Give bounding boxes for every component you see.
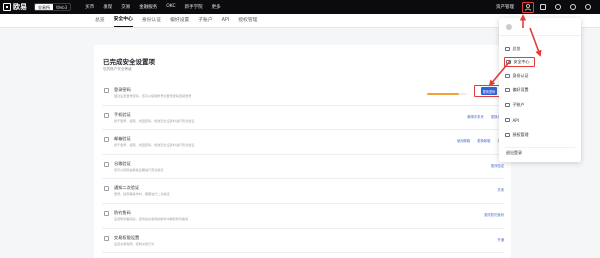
security-level-fill xyxy=(427,93,459,95)
avatar xyxy=(506,23,512,30)
shield-icon xyxy=(506,59,511,65)
nav-buy-crypto[interactable]: 买币 xyxy=(85,4,94,10)
unbind-phone-link[interactable]: 解绑手机号 xyxy=(467,114,483,119)
menu-item-label: 安全中心 xyxy=(513,59,530,64)
change-antiphishing-link[interactable]: 更改防钓鱼码 xyxy=(484,212,504,217)
logo-icon xyxy=(3,3,11,11)
row-description: 您可以使用谷歌验证器进行安全验证 xyxy=(114,167,164,172)
menu-item-label: 子账户 xyxy=(512,102,525,107)
user-menu-button[interactable] xyxy=(522,1,534,13)
tab-identity[interactable]: 身份认证 xyxy=(142,14,161,28)
menu-item-label: 总览 xyxy=(512,46,521,51)
phone-icon xyxy=(104,112,109,118)
menu-item-api[interactable]: API xyxy=(505,115,519,125)
user-dropdown-menu: 总览 安全中心 身份认证 偏好设置 子账户 API 授权管理 退出登录 xyxy=(499,18,581,162)
nav-okc[interactable]: OKC xyxy=(166,4,175,10)
menu-item-label: 授权管理 xyxy=(512,132,529,137)
api-icon xyxy=(505,117,510,123)
dropdown-divider xyxy=(505,147,575,148)
change-auth-link[interactable]: 更改验证 xyxy=(491,163,504,168)
logo-text: 欧易 xyxy=(13,3,27,11)
mode-web3[interactable]: Web3 xyxy=(53,4,70,10)
shield-icon xyxy=(104,186,109,192)
security-row-google-auth: 谷歌验证 您可以使用谷歌验证器进行安全验证 更改验证 xyxy=(102,155,504,180)
tab-subaccount[interactable]: 子账户 xyxy=(198,14,212,28)
disable-2fa-link[interactable]: 关闭 xyxy=(497,187,504,192)
nav-trade[interactable]: 交易 xyxy=(121,4,130,10)
top-right-tools: 资产管理 xyxy=(496,0,600,14)
security-row-2fa-notify: 通知二次验证 登录、提现等操作时，需要进行二次验证 关闭 xyxy=(102,179,504,204)
page-title: 已完成安全设置项 xyxy=(103,58,155,66)
row-description: 通过设置登录密码，您可以使用账号和登录密码直接登录 xyxy=(114,94,192,98)
security-row-anti-phishing: 防钓鱼码 设置防钓鱼码后，您将会在收到的邮件中看到防钓鱼码 更改防钓鱼码 xyxy=(102,204,504,229)
headset-icon[interactable] xyxy=(570,4,576,10)
security-row-trade-permission: 交易权限设置 设置交易权限，控制交易行为 开通 xyxy=(102,229,504,254)
menu-item-overview[interactable]: 总览 xyxy=(505,44,521,54)
lock-icon xyxy=(104,88,109,93)
row-actions: 使用邮箱 更换邮箱 关闭 xyxy=(457,138,504,143)
users-icon xyxy=(505,102,510,108)
settings-icon xyxy=(505,87,510,93)
mail-icon xyxy=(104,137,109,143)
globe-icon[interactable] xyxy=(585,4,591,10)
logo[interactable]: 欧易 xyxy=(3,2,27,12)
tab-preferences[interactable]: 偏好设置 xyxy=(170,14,189,28)
row-actions: 关闭 xyxy=(497,187,504,192)
top-nav: 买币 发现 交易 金融服务 OKC 新手学院 更多 xyxy=(85,4,220,10)
row-actions: 开通 xyxy=(497,237,504,242)
assets-menu[interactable]: 资产管理 xyxy=(496,4,514,10)
authenticator-icon xyxy=(104,161,109,167)
user-icon xyxy=(525,3,531,11)
row-actions: 更改验证 xyxy=(491,163,504,168)
key-icon xyxy=(505,132,510,138)
menu-item-label: API xyxy=(512,117,519,123)
nav-academy[interactable]: 新手学院 xyxy=(185,4,203,10)
row-description: 设置防钓鱼码后，您将会在收到的邮件中看到防钓鱼码 xyxy=(114,216,189,221)
security-row-login-password: 登录密码 通过设置登录密码，您可以使用账号和登录密码直接登录 更改密码 xyxy=(102,81,504,106)
nav-more[interactable]: 更多 xyxy=(212,4,221,10)
menu-item-security-center[interactable]: 安全中心 xyxy=(504,57,535,67)
permission-icon xyxy=(104,235,109,241)
nav-finance[interactable]: 金融服务 xyxy=(139,4,157,10)
row-actions: 更改防钓鱼码 xyxy=(484,212,504,217)
bell-icon[interactable] xyxy=(555,4,561,10)
row-description: 用于登录、提现、找回密码、修改安全设置时进行安全验证 xyxy=(114,118,195,123)
use-email-link[interactable]: 使用邮箱 xyxy=(457,138,470,143)
hook-icon xyxy=(104,210,109,216)
logout-button[interactable]: 退出登录 xyxy=(506,150,522,156)
page-subtitle: 您的账户安全等级 xyxy=(103,67,132,71)
top-navigation-bar: 欧易 交易所 Web3 买币 发现 交易 金融服务 OKC 新手学院 更多 资产… xyxy=(0,0,600,14)
menu-item-authorization[interactable]: 授权管理 xyxy=(505,130,529,140)
enable-permission-link[interactable]: 开通 xyxy=(497,237,504,242)
dashboard-icon xyxy=(505,46,510,52)
download-icon[interactable] xyxy=(540,4,546,10)
row-description: 设置交易权限，控制交易行为 xyxy=(114,241,155,246)
menu-item-label: 偏好设置 xyxy=(512,87,529,92)
id-card-icon xyxy=(505,73,510,79)
tab-overview[interactable]: 总览 xyxy=(95,14,105,28)
security-row-email: 邮箱验证 用于登录、提现、找回密码、修改安全设置时进行安全验证 使用邮箱 更换邮… xyxy=(102,130,504,155)
menu-item-subaccount[interactable]: 子账户 xyxy=(505,100,525,110)
change-password-button[interactable]: 更改密码 xyxy=(480,87,498,95)
dropdown-header xyxy=(499,18,581,36)
security-level-bar xyxy=(427,93,467,95)
menu-item-label: 身份认证 xyxy=(512,73,529,78)
security-card: 已完成安全设置项 您的账户安全等级 登录密码 通过设置登录密码，您可以使用账号和… xyxy=(94,45,511,258)
security-row-phone: 手机验证 用于登录、提现、找回密码、修改安全设置时进行安全验证 解绑手机号 更换… xyxy=(102,106,504,131)
mode-switch[interactable]: 交易所 Web3 xyxy=(34,3,72,11)
row-description: 用于登录、提现、找回密码、修改安全设置时进行安全验证 xyxy=(114,143,195,148)
menu-item-identity[interactable]: 身份认证 xyxy=(505,71,529,81)
tab-security-center[interactable]: 安全中心 xyxy=(113,14,133,27)
row-description: 登录、提现等操作时，需要进行二次验证 xyxy=(114,192,170,197)
nav-discover[interactable]: 发现 xyxy=(103,4,112,10)
change-email-link[interactable]: 更换邮箱 xyxy=(477,138,490,143)
mode-exchange[interactable]: 交易所 xyxy=(35,4,53,10)
tab-api[interactable]: API xyxy=(222,14,230,28)
security-items: 登录密码 通过设置登录密码，您可以使用账号和登录密码直接登录 更改密码 手机验证… xyxy=(102,81,504,254)
menu-item-preferences[interactable]: 偏好设置 xyxy=(505,85,529,95)
tab-authorization[interactable]: 授权管理 xyxy=(238,14,257,28)
